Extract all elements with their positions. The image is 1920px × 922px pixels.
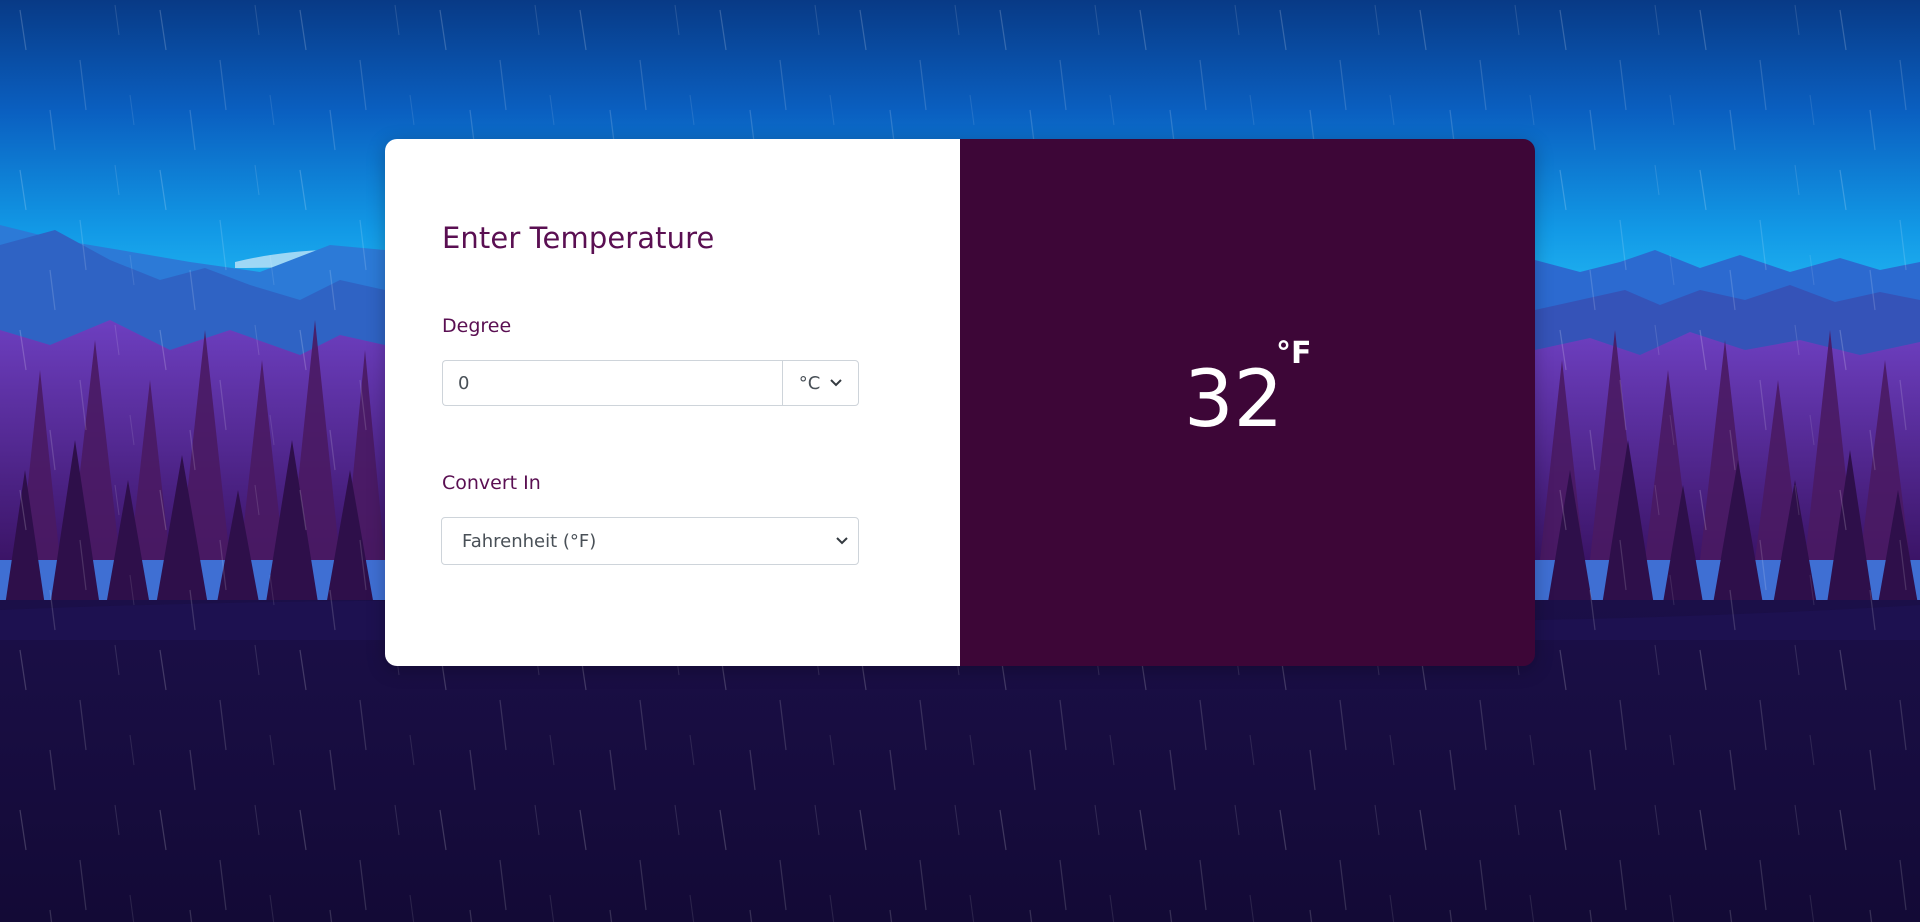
degree-input[interactable] — [442, 360, 782, 406]
unit-select[interactable]: °C — [782, 360, 859, 406]
result-unit: °F — [1276, 336, 1312, 371]
input-panel: Enter Temperature Degree °C Convert In F… — [385, 139, 960, 666]
converter-card: Enter Temperature Degree °C Convert In F… — [385, 139, 1535, 666]
result-display: 32 °F — [960, 139, 1535, 666]
convert-in-select[interactable]: Fahrenheit (°F) — [441, 517, 859, 565]
convert-select-value: Fahrenheit (°F) — [462, 530, 597, 552]
unit-select-value: °C — [798, 372, 821, 394]
chevron-down-icon — [836, 537, 848, 545]
degree-label: Degree — [442, 315, 512, 337]
result-value: 32 — [1184, 355, 1284, 445]
convert-label: Convert In — [442, 472, 541, 494]
page-title: Enter Temperature — [442, 221, 715, 255]
degree-input-group: °C — [442, 360, 859, 406]
result-panel: 32 °F — [960, 139, 1535, 666]
chevron-down-icon — [830, 379, 842, 387]
